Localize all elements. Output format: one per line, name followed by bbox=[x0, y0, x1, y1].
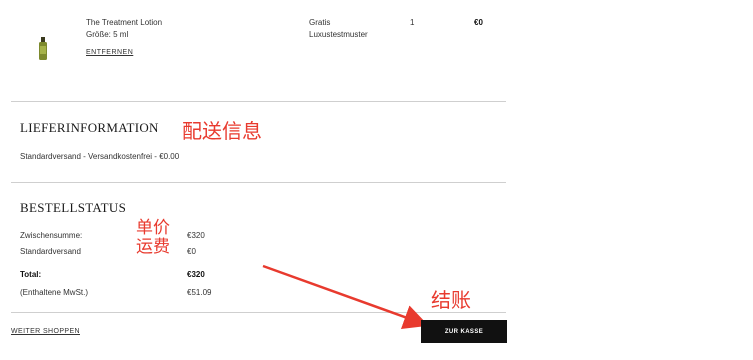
total-value: €320 bbox=[187, 270, 205, 279]
divider bbox=[11, 182, 506, 183]
lotion-bottle-icon bbox=[38, 37, 48, 61]
shipping-fee-value: €0 bbox=[187, 247, 196, 256]
subtotal-label: Zwischensumme: bbox=[20, 231, 83, 240]
shipping-fee-label: Standardversand bbox=[20, 247, 81, 256]
annotation-checkout: 结账 bbox=[431, 288, 471, 312]
item-price-note: Luxustestmuster bbox=[309, 30, 368, 39]
subtotal-value: €320 bbox=[187, 231, 205, 240]
vat-value: €51.09 bbox=[187, 288, 212, 297]
item-total: €0 bbox=[474, 18, 483, 27]
annotation-unit-price: 单价 bbox=[136, 218, 170, 238]
vat-label: (Enthaltene MwSt.) bbox=[20, 288, 89, 297]
shipping-info-text: Standardversand - Versandkostenfrei - €0… bbox=[20, 152, 180, 161]
total-label: Total: bbox=[20, 270, 42, 279]
remove-item-link[interactable]: ENTFERNEN bbox=[86, 49, 133, 56]
checkout-button[interactable]: ZUR KASSE bbox=[421, 320, 507, 343]
annotation-shipping-fee: 运费 bbox=[136, 237, 170, 257]
product-name: The Treatment Lotion bbox=[86, 18, 163, 27]
annotation-shipping: 配送信息 bbox=[182, 119, 262, 143]
product-size: Größe: 5 ml bbox=[86, 30, 129, 39]
continue-shopping-link[interactable]: WEITER SHOPPEN bbox=[11, 328, 80, 335]
item-price: Gratis bbox=[309, 18, 331, 27]
divider bbox=[11, 101, 506, 102]
item-quantity: 1 bbox=[410, 18, 415, 27]
order-status-title: BESTELLSTATUS bbox=[20, 200, 127, 215]
shipping-section-title: LIEFERINFORMATION bbox=[20, 120, 159, 135]
